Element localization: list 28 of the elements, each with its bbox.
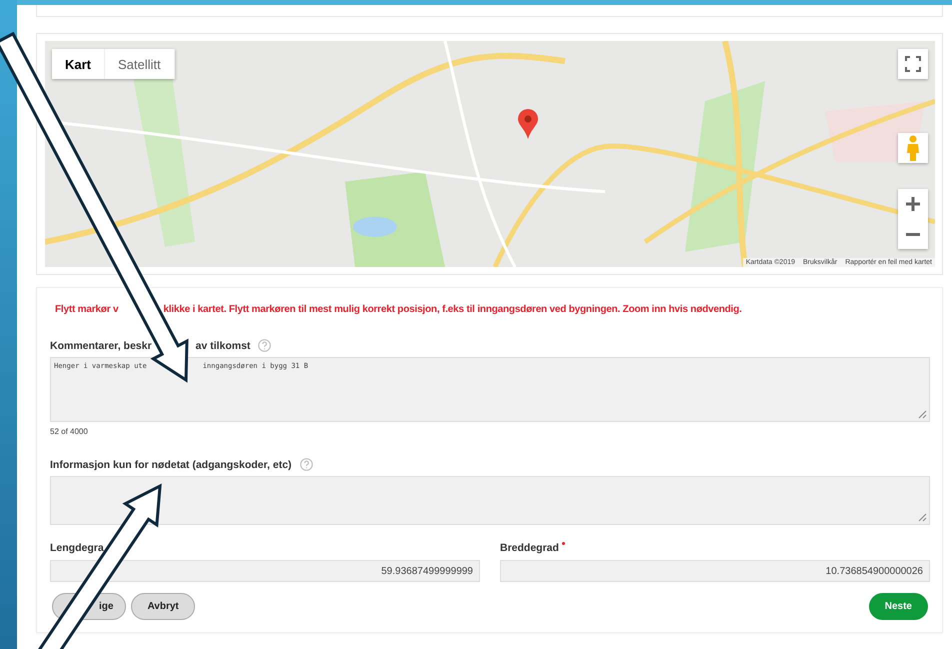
emergency-info-field[interactable]	[50, 476, 930, 525]
zoom-in-button[interactable]	[898, 189, 928, 219]
cancel-button[interactable]: Avbryt	[131, 593, 195, 620]
field-label: Breddegrad	[500, 542, 559, 554]
street-view-button[interactable]	[898, 133, 928, 163]
person-icon	[906, 135, 920, 161]
fullscreen-button[interactable]	[898, 49, 928, 79]
map-pin-icon[interactable]	[518, 109, 538, 139]
field-label: Kommentarer, beskr	[50, 340, 152, 352]
help-icon[interactable]	[300, 458, 313, 471]
field-label: Informasjon kun for nødetat (adgangskoder, etc)	[50, 458, 292, 470]
resize-grip-icon[interactable]	[918, 410, 927, 419]
next-button[interactable]: Neste	[868, 593, 928, 620]
map-type-tab[interactable]: Satellitt	[105, 49, 175, 79]
notice-text: klikke i kartet. Flytt markøren til mest mulig korrekt posisjon, f.eks til inngangsdøren ved bygningen. Zoom inn hvis nødvendig.	[163, 304, 742, 315]
longitude-field[interactable]: 59.93687499999999	[50, 560, 480, 582]
field-label: Lengdegra	[50, 542, 104, 554]
help-icon[interactable]	[258, 339, 272, 352]
minus-icon	[905, 232, 921, 236]
fullscreen-icon	[905, 56, 921, 72]
latitude-field[interactable]: 10.736854900000026	[500, 560, 930, 582]
map-type-tab[interactable]: Kart	[52, 49, 106, 79]
plus-icon	[905, 196, 921, 212]
character-counter: 52 of 4000	[50, 427, 89, 436]
notice-text: Flytt markør v	[55, 304, 118, 315]
field-label: av tilkomst	[196, 340, 250, 352]
zoom-out-button[interactable]	[898, 219, 928, 249]
resize-grip-icon[interactable]	[918, 513, 927, 522]
